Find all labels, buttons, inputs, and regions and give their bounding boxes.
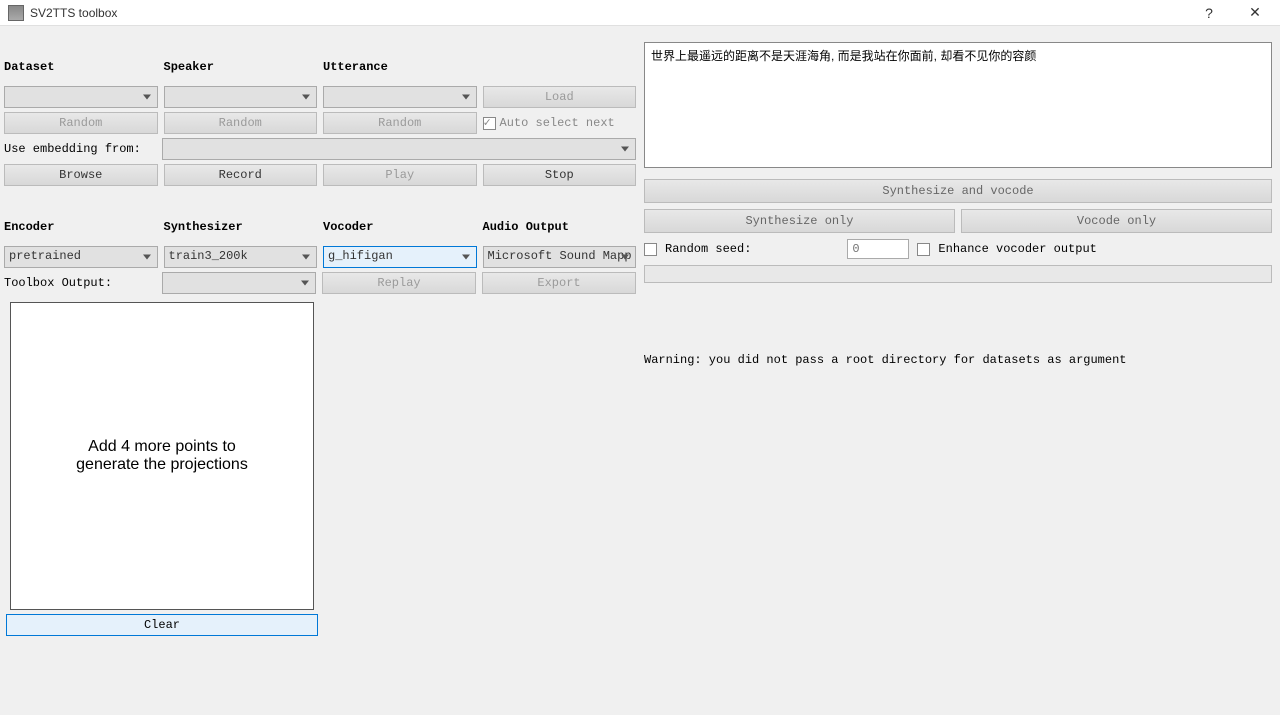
random-seed-checkbox[interactable] (644, 243, 657, 256)
speaker-select[interactable] (164, 86, 318, 108)
use-embedding-label: Use embedding from: (4, 138, 156, 160)
auto-select-row: Auto select next (483, 112, 637, 134)
speaker-label: Speaker (164, 30, 318, 82)
left-pane: Dataset Speaker Utterance Load Random Ra… (0, 26, 640, 715)
vocoder-label: Vocoder (323, 190, 477, 242)
titlebar: SV2TTS toolbox ? ✕ (0, 0, 1280, 26)
synthesizer-select[interactable]: train3_200k (164, 246, 318, 268)
utterance-select[interactable] (323, 86, 477, 108)
clear-button[interactable]: Clear (6, 614, 318, 636)
toolbox-output-select[interactable] (162, 272, 316, 294)
warning-text: Warning: you did not pass a root directo… (644, 283, 1272, 367)
help-button[interactable]: ? (1186, 0, 1232, 26)
random-utterance-button[interactable]: Random (323, 112, 477, 134)
auto-select-checkbox[interactable] (483, 117, 496, 130)
browse-button[interactable]: Browse (4, 164, 158, 186)
dataset-label: Dataset (4, 30, 158, 82)
window-title: SV2TTS toolbox (30, 6, 117, 20)
close-button[interactable]: ✕ (1232, 0, 1278, 26)
synth-only-button[interactable]: Synthesize only (644, 209, 955, 233)
vocode-only-button[interactable]: Vocode only (961, 209, 1272, 233)
dataset-select[interactable] (4, 86, 158, 108)
random-dataset-button[interactable]: Random (4, 112, 158, 134)
audio-output-label: Audio Output (483, 190, 637, 242)
right-pane: Synthesize and vocode Synthesize only Vo… (640, 26, 1280, 715)
auto-select-label: Auto select next (500, 116, 615, 130)
encoder-label: Encoder (4, 190, 158, 242)
progress-bar (644, 265, 1272, 283)
replay-button[interactable]: Replay (322, 272, 476, 294)
app-icon (8, 5, 24, 21)
stop-button[interactable]: Stop (483, 164, 637, 186)
load-button[interactable]: Load (483, 86, 637, 108)
record-button[interactable]: Record (164, 164, 318, 186)
vocoder-select[interactable]: g_hifigan (323, 246, 477, 268)
random-seed-label: Random seed: (665, 242, 751, 256)
random-speaker-button[interactable]: Random (164, 112, 318, 134)
text-input[interactable] (644, 42, 1272, 168)
encoder-select[interactable]: pretrained (4, 246, 158, 268)
projection-box: Add 4 more points to generate the projec… (10, 302, 314, 610)
projection-hint: Add 4 more points to generate the projec… (76, 438, 248, 474)
synth-vocode-button[interactable]: Synthesize and vocode (644, 179, 1272, 203)
play-button[interactable]: Play (323, 164, 477, 186)
embedding-select[interactable] (162, 138, 636, 160)
synthesizer-label: Synthesizer (164, 190, 318, 242)
enhance-label: Enhance vocoder output (938, 242, 1096, 256)
export-button[interactable]: Export (482, 272, 636, 294)
enhance-checkbox[interactable] (917, 243, 930, 256)
seed-input[interactable] (847, 239, 909, 259)
toolbox-output-label: Toolbox Output: (4, 272, 156, 294)
audio-output-select[interactable]: Microsoft Sound Mapp (483, 246, 637, 268)
utterance-label: Utterance (323, 30, 477, 82)
